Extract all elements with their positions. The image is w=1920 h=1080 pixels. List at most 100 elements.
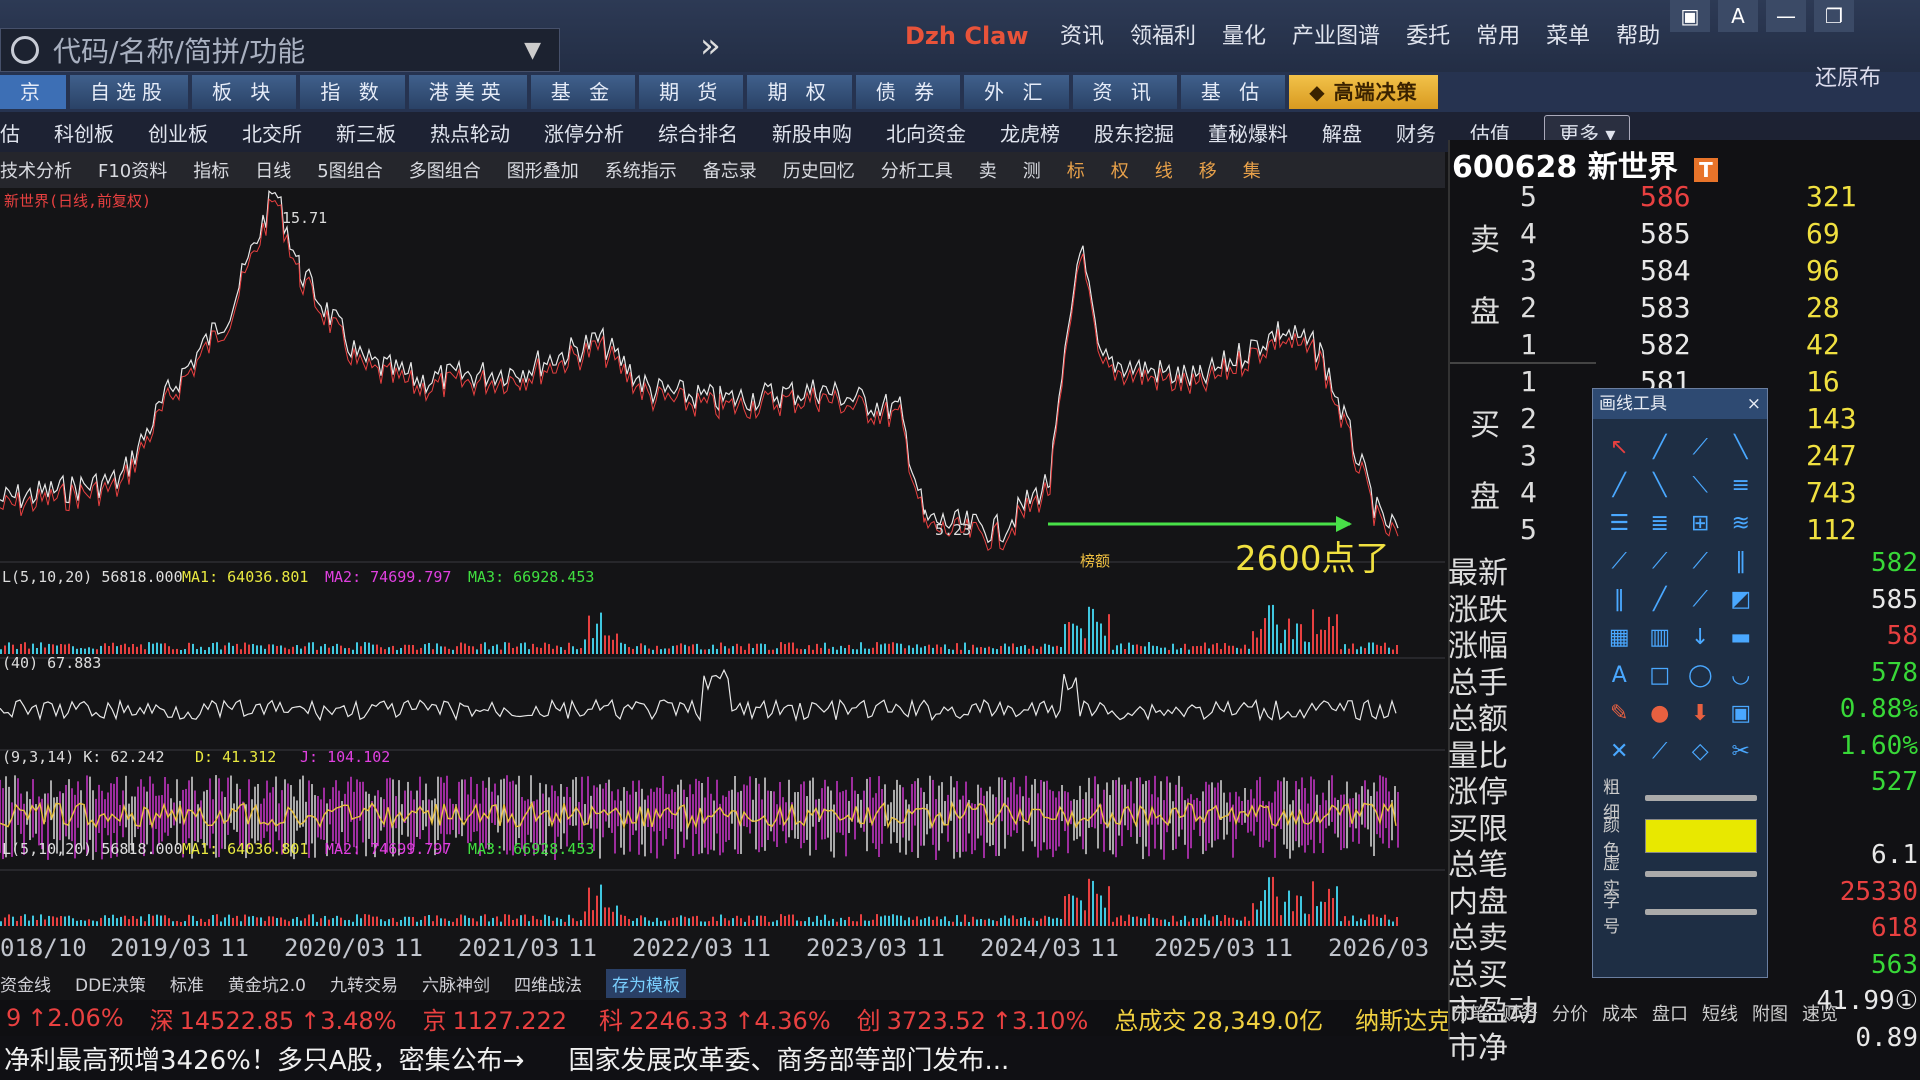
market-tab[interactable]: 京	[0, 75, 66, 109]
market-tab[interactable]: 基 金	[530, 75, 636, 109]
drawing-tool-icon[interactable]: ▥	[1644, 623, 1677, 651]
quote-tab[interactable]: 盘口	[1652, 1000, 1688, 1026]
brand-logo[interactable]: Dzh Claw	[905, 22, 1029, 50]
quick-link[interactable]: 解盘	[1322, 118, 1362, 147]
indicator-tab[interactable]: DDE决策	[75, 971, 146, 996]
drawing-tool-icon[interactable]: ╱	[1603, 471, 1636, 499]
market-tab[interactable]: 债 券	[855, 75, 961, 109]
market-tab[interactable]: 资 讯	[1072, 75, 1177, 109]
quote-tab[interactable]: 附图	[1752, 1000, 1788, 1026]
ticker-item[interactable]: 深 14522.85 ↑3.48%	[150, 1001, 397, 1036]
chart-tool[interactable]: 测	[1023, 157, 1041, 183]
quick-link[interactable]: 新股申购	[772, 118, 852, 147]
quick-link[interactable]: 董秘爆料	[1208, 118, 1288, 147]
drawing-tool-icon[interactable]: ⬇	[1684, 699, 1717, 727]
quick-link[interactable]: 综合排名	[658, 118, 738, 147]
ticker-item[interactable]: 京 1127.222	[423, 1001, 574, 1036]
drawing-tool-icon[interactable]: ╲	[1644, 471, 1677, 499]
quick-link[interactable]: 龙虎榜	[1000, 118, 1060, 147]
drawing-tool-icon[interactable]: ⟋	[1644, 547, 1677, 575]
chart-tool[interactable]: 备忘录	[703, 157, 757, 183]
drawing-tool-icon[interactable]: ↓	[1684, 623, 1717, 651]
news-item[interactable]: 国家发展改革委、商务部等部门发布...	[568, 1040, 1009, 1077]
drawing-tool-icon[interactable]: ‖	[1725, 547, 1758, 575]
line-style-bar[interactable]	[1645, 871, 1757, 877]
top-menu-item[interactable]: 产业图谱	[1292, 18, 1380, 50]
chart-tool[interactable]: 标	[1067, 157, 1085, 183]
drawing-tool-icon[interactable]: ╲	[1725, 433, 1758, 461]
top-menu-item[interactable]: 领福利	[1130, 18, 1196, 50]
premium-button[interactable]: ◆ 高端决策	[1289, 75, 1438, 109]
top-menu-item[interactable]: 帮助	[1616, 18, 1660, 50]
market-tab[interactable]: 指 数	[300, 75, 405, 109]
drawing-tool-icon[interactable]: ↖	[1603, 433, 1636, 461]
quick-link[interactable]: 北交所	[242, 118, 302, 147]
indicator-tab[interactable]: 存为模板	[605, 968, 686, 998]
quote-tab[interactable]: 分笔	[1452, 1000, 1488, 1026]
font-icon[interactable]: A	[1718, 0, 1758, 32]
chart-tool[interactable]: 技术分析	[0, 157, 72, 183]
quote-tab[interactable]: 成本	[1602, 1000, 1638, 1026]
line-width-bar[interactable]	[1645, 795, 1757, 801]
drawing-tool-icon[interactable]: ▦	[1603, 623, 1636, 651]
indicator-tab[interactable]: 四维战法	[514, 971, 582, 996]
market-tab[interactable]: 板 块	[192, 75, 297, 109]
chart-tool[interactable]: 移	[1199, 157, 1217, 183]
drawing-tool-icon[interactable]: ●	[1644, 699, 1677, 727]
chart-tool[interactable]: 权	[1111, 157, 1129, 183]
drawing-tool-icon[interactable]: ✕	[1603, 737, 1636, 765]
market-tab[interactable]: 外 汇	[964, 75, 1069, 109]
ticker-item[interactable]: 总成交 28,349.0亿	[1114, 1001, 1329, 1036]
quote-tab[interactable]: 短线	[1702, 1000, 1738, 1026]
top-menu-item[interactable]: 常用	[1476, 18, 1520, 50]
top-menu-item[interactable]: 菜单	[1546, 18, 1590, 50]
layout-icon[interactable]: ▣	[1670, 0, 1710, 32]
quote-tab[interactable]: 分价	[1552, 1000, 1588, 1026]
drawing-tool-icon[interactable]: ⟋	[1684, 585, 1717, 613]
ticker-item[interactable]: 科 2246.33 ↑4.36%	[599, 1001, 831, 1036]
market-tab[interactable]: 期 货	[639, 75, 744, 109]
market-tab[interactable]: 自选股	[70, 75, 188, 109]
quick-link[interactable]: 股东挖掘	[1094, 118, 1174, 147]
drawing-tool-icon[interactable]: ✎	[1603, 699, 1636, 727]
drawing-tool-icon[interactable]: ✂	[1725, 737, 1758, 765]
drawing-tool-icon[interactable]: ≋	[1725, 509, 1758, 537]
indicator-tab[interactable]: 九转交易	[330, 971, 398, 996]
drawing-tool-icon[interactable]: ☰	[1603, 509, 1636, 537]
chart-tool[interactable]: 图形叠加	[507, 157, 579, 183]
chart-tool[interactable]: 历史回忆	[783, 157, 855, 183]
drawing-tool-icon[interactable]: ‖	[1603, 585, 1636, 613]
drawing-tool-icon[interactable]: ⟋	[1684, 433, 1717, 461]
drawing-tool-icon[interactable]: ▣	[1725, 699, 1758, 727]
chevron-down-icon[interactable]: ▼	[524, 38, 541, 63]
quick-link[interactable]: 涨停分析	[544, 118, 624, 147]
chart-tool[interactable]: 卖	[979, 157, 997, 183]
quick-link[interactable]: 科创板	[54, 118, 114, 147]
indicator-tab[interactable]: 标准	[170, 971, 204, 996]
chart-tool[interactable]: 线	[1155, 157, 1173, 183]
drawing-tool-icon[interactable]: ≡	[1725, 471, 1758, 499]
indicator-tab[interactable]: 黄金坑2.0	[228, 971, 306, 996]
drawing-tool-icon[interactable]: ╱	[1644, 585, 1677, 613]
quick-link[interactable]: 创业板	[148, 118, 208, 147]
drawing-tool-icon[interactable]: ◇	[1684, 737, 1717, 765]
quick-link[interactable]: 北向资金	[886, 118, 966, 147]
color-swatch[interactable]	[1645, 819, 1757, 853]
restore-layout-button[interactable]: 还原布	[1815, 60, 1881, 92]
drawing-tool-panel[interactable]: 画线工具 × ↖ ╱ ⟋ ╲ ╱ ╲ ⟍ ≡ ☰ ≣ ⊞ ≋ ⟋ ⟋ ⟋ ‖ ‖ ╱ ⟋ ◩ ▦ ▥ ↓ ▬ A □ ◯ ◡ ✎ ● ⬇ ▣ ✕…	[1592, 388, 1768, 978]
close-icon[interactable]: ×	[1747, 389, 1761, 419]
font-size-bar[interactable]	[1645, 909, 1757, 915]
chart-tool[interactable]: 指标	[193, 157, 229, 183]
drawing-tool-icon[interactable]: ⟋	[1603, 547, 1636, 575]
top-menu-item[interactable]: 量化	[1222, 18, 1266, 50]
quote-tab[interactable]: 速览	[1802, 1000, 1838, 1026]
quick-link[interactable]: 财务	[1396, 118, 1436, 147]
drawing-tool-icon[interactable]: ⟋	[1684, 547, 1717, 575]
drawing-tool-icon[interactable]: ▬	[1725, 623, 1758, 651]
drawing-tool-icon[interactable]: ◡	[1725, 661, 1758, 689]
market-tab[interactable]: 港美英	[408, 75, 527, 109]
indicator-tab[interactable]: 资金线	[0, 971, 51, 996]
news-item[interactable]: 净利最高预增3426%！多只A股，密集公布→	[4, 1040, 524, 1077]
font-size-setting[interactable]: 字号	[1593, 892, 1767, 937]
kline-chart[interactable]: 新世界(日线,前复权) 15.71 5.23 2600点了 榜额 L(5,10,…	[0, 190, 1445, 930]
